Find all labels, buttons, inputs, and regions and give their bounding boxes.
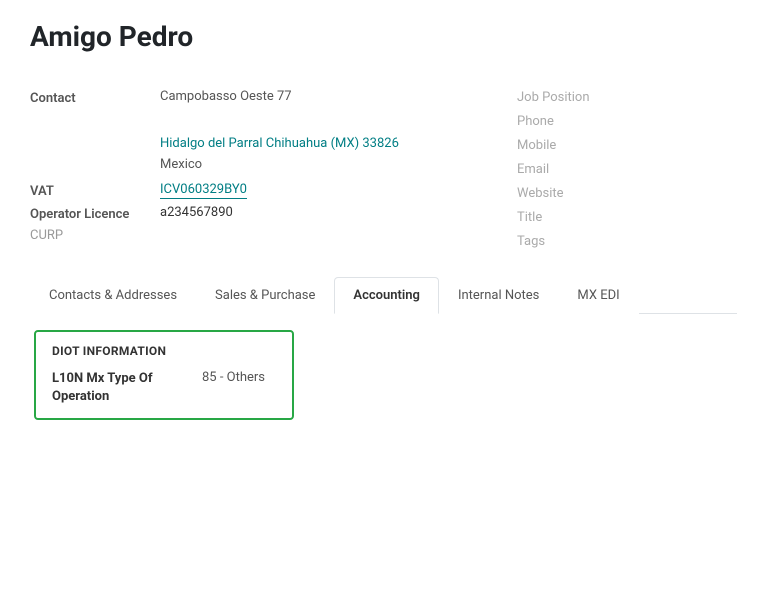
contact-address-line1: Campobasso Oeste 77 <box>160 89 292 104</box>
job-position-label: Job Position <box>517 90 590 105</box>
contact-address-country: Mexico <box>160 157 202 172</box>
curp-label: CURP <box>30 228 497 243</box>
contact-label: Contact <box>30 89 160 106</box>
diot-operation-value: 85 - Others <box>202 370 265 385</box>
tab-accounting[interactable]: Accounting <box>334 277 439 314</box>
job-position-field: Job Position <box>517 89 737 105</box>
tab-contacts-addresses[interactable]: Contacts & Addresses <box>30 277 196 314</box>
page-title: Amigo Pedro <box>30 20 737 53</box>
website-label: Website <box>517 186 564 201</box>
contact-address-city: Hidalgo del Parral Chihuahua (MX) 33826 <box>160 136 399 151</box>
operator-licence-value: a234567890 <box>160 205 233 220</box>
website-field: Website <box>517 185 737 201</box>
tab-mx-edi[interactable]: MX EDI <box>558 277 638 314</box>
tab-content-accounting: DIOT Information L10N Mx Type Of Operati… <box>30 314 737 436</box>
tags-label: Tags <box>517 234 545 249</box>
tabs-bar: Contacts & Addresses Sales & Purchase Ac… <box>30 277 737 314</box>
tags-field: Tags <box>517 233 737 249</box>
title-field: Title <box>517 209 737 225</box>
diot-information-box: DIOT Information L10N Mx Type Of Operati… <box>34 330 294 420</box>
tab-internal-notes[interactable]: Internal Notes <box>439 277 558 314</box>
email-field: Email <box>517 161 737 177</box>
phone-field: Phone <box>517 113 737 129</box>
mobile-field: Mobile <box>517 137 737 153</box>
email-label: Email <box>517 162 549 177</box>
diot-section-title: DIOT Information <box>52 344 276 358</box>
diot-operation-label: L10N Mx Type Of Operation <box>52 370 182 406</box>
vat-value: ICV060329BY0 <box>160 182 247 199</box>
title-label: Title <box>517 210 542 225</box>
phone-label: Phone <box>517 114 554 129</box>
vat-label: VAT <box>30 182 160 199</box>
tab-sales-purchase[interactable]: Sales & Purchase <box>196 277 334 314</box>
mobile-label: Mobile <box>517 138 556 153</box>
operator-licence-label: Operator Licence <box>30 205 160 222</box>
